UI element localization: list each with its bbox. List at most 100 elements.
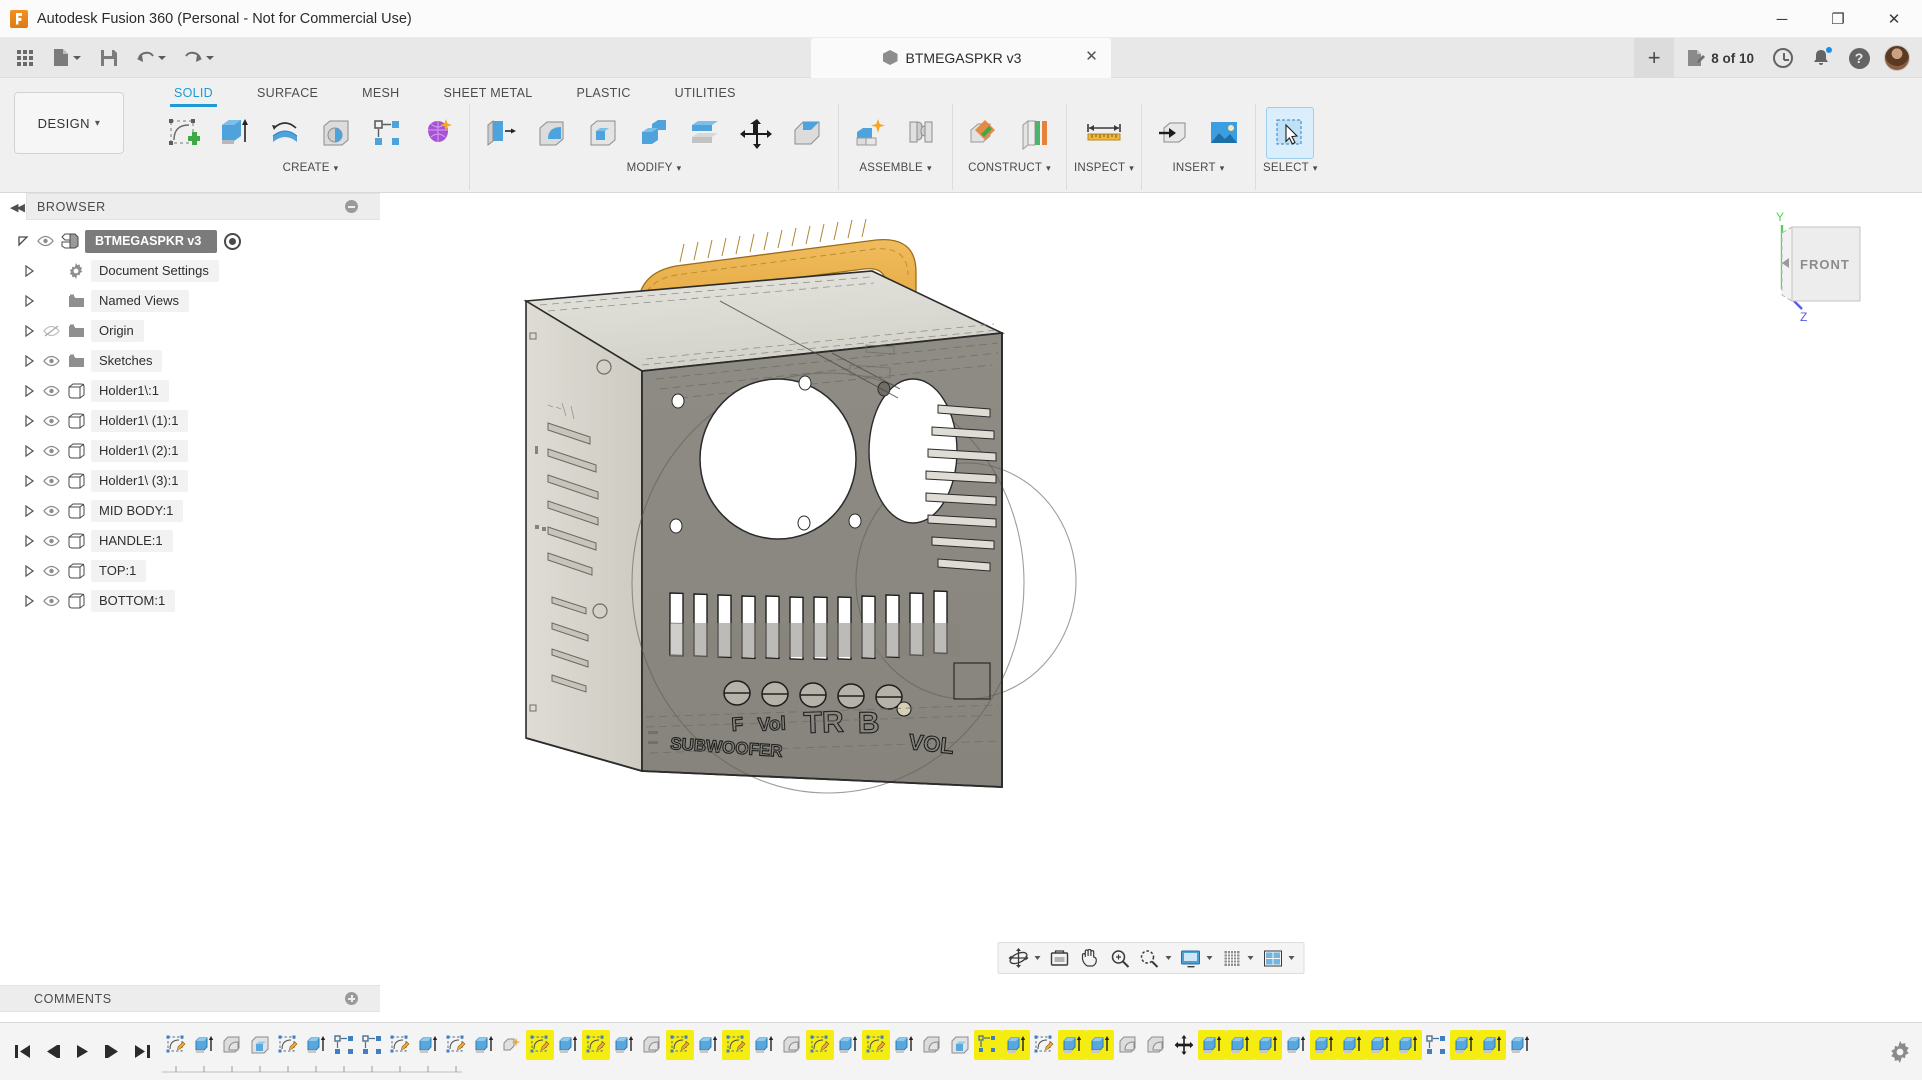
timeline-track[interactable] bbox=[162, 1023, 1878, 1080]
timeline-feature-move[interactable] bbox=[1170, 1030, 1198, 1060]
maximize-icon[interactable]: ❐ bbox=[1810, 0, 1866, 38]
timeline-settings-button[interactable] bbox=[1878, 1023, 1922, 1080]
midplane-button[interactable] bbox=[1011, 107, 1059, 159]
orbit-button[interactable] bbox=[1005, 944, 1033, 972]
expand-arrow-icon[interactable] bbox=[20, 532, 38, 550]
timeline-feature-extrude[interactable] bbox=[1226, 1030, 1254, 1060]
timeline-feature-pattern[interactable] bbox=[330, 1030, 358, 1060]
go-to-end-button[interactable] bbox=[128, 1037, 156, 1067]
timeline-feature-sketch[interactable] bbox=[806, 1030, 834, 1060]
timeline-feature-extrude[interactable] bbox=[1338, 1030, 1366, 1060]
timeline-feature-extrude[interactable] bbox=[610, 1030, 638, 1060]
redo-button[interactable] bbox=[176, 42, 222, 74]
step-back-button[interactable] bbox=[38, 1037, 66, 1067]
save-button[interactable] bbox=[92, 42, 126, 74]
visibility-eye-icon[interactable] bbox=[38, 352, 64, 370]
timeline-feature-sketch[interactable] bbox=[162, 1030, 190, 1060]
timeline-feature-extrude[interactable] bbox=[1058, 1030, 1086, 1060]
tree-item-named-views[interactable]: Named Views bbox=[0, 286, 380, 316]
press-pull-button[interactable] bbox=[477, 107, 525, 159]
split-face-button[interactable] bbox=[783, 107, 831, 159]
expand-arrow-icon[interactable] bbox=[20, 352, 38, 370]
timeline-feature-sketch[interactable] bbox=[582, 1030, 610, 1060]
timeline-feature-extrude[interactable] bbox=[1506, 1030, 1534, 1060]
pan-button[interactable] bbox=[1076, 944, 1104, 972]
timeline-feature-extrude[interactable] bbox=[1198, 1030, 1226, 1060]
combine-button[interactable] bbox=[630, 107, 678, 159]
go-to-beginning-button[interactable] bbox=[8, 1037, 36, 1067]
tree-item-document-settings[interactable]: Document Settings bbox=[0, 256, 380, 286]
tree-item-mid-body[interactable]: MID BODY:1 bbox=[0, 496, 380, 526]
view-cube[interactable]: Y Z FRONT bbox=[1766, 203, 1886, 323]
timeline-feature-extrude[interactable] bbox=[1394, 1030, 1422, 1060]
new-file-button[interactable] bbox=[44, 42, 90, 74]
activate-component-icon[interactable] bbox=[224, 233, 241, 250]
timeline-feature-extrude[interactable] bbox=[834, 1030, 862, 1060]
extrude-button[interactable] bbox=[210, 107, 258, 159]
timeline-feature-sketch[interactable] bbox=[1030, 1030, 1058, 1060]
avatar[interactable] bbox=[1880, 41, 1914, 75]
expand-arrow-icon[interactable] bbox=[20, 442, 38, 460]
panel-inspect-label[interactable]: INSPECT▾ bbox=[1074, 162, 1134, 174]
browser-minimize-icon[interactable] bbox=[345, 200, 358, 213]
offset-face-button[interactable] bbox=[681, 107, 729, 159]
visibility-eye-icon[interactable] bbox=[38, 562, 64, 580]
timeline-feature-extrude[interactable] bbox=[1002, 1030, 1030, 1060]
panel-modify-label[interactable]: MODIFY▾ bbox=[627, 162, 682, 174]
visibility-eye-icon[interactable] bbox=[38, 472, 64, 490]
timeline-feature-extrude[interactable] bbox=[1282, 1030, 1310, 1060]
timeline-feature-combine[interactable] bbox=[974, 1030, 1002, 1060]
tree-item-top[interactable]: TOP:1 bbox=[0, 556, 380, 586]
tree-item-holder1[interactable]: Holder1\:1 bbox=[0, 376, 380, 406]
expand-arrow-icon[interactable] bbox=[14, 232, 32, 250]
notifications-bell-icon[interactable] bbox=[1804, 41, 1838, 75]
chevron-down-icon[interactable] bbox=[1035, 956, 1041, 960]
visibility-eye-icon[interactable] bbox=[38, 532, 64, 550]
timeline-feature-sketch[interactable] bbox=[442, 1030, 470, 1060]
play-button[interactable] bbox=[68, 1037, 96, 1067]
display-settings-button[interactable] bbox=[1177, 944, 1205, 972]
speaker-model[interactable]: F Vol TR B VOL SUBWOOFER bbox=[380, 193, 1922, 986]
visibility-eye-icon[interactable] bbox=[38, 382, 64, 400]
insert-derive-button[interactable] bbox=[1149, 107, 1197, 159]
undo-button[interactable] bbox=[128, 42, 174, 74]
timeline-feature-extrude[interactable] bbox=[890, 1030, 918, 1060]
expand-arrow-icon[interactable] bbox=[20, 262, 38, 280]
panel-select-label[interactable]: SELECT▾ bbox=[1263, 162, 1318, 174]
panel-create-label[interactable]: CREATE▾ bbox=[283, 162, 339, 174]
timeline-feature-extrude[interactable] bbox=[1254, 1030, 1282, 1060]
measure-button[interactable] bbox=[1080, 107, 1128, 159]
viewports-button[interactable] bbox=[1259, 944, 1287, 972]
select-button[interactable] bbox=[1266, 107, 1314, 159]
timeline-feature-extrude[interactable] bbox=[1450, 1030, 1478, 1060]
app-grid-icon[interactable] bbox=[8, 42, 42, 74]
add-comment-icon[interactable] bbox=[345, 992, 358, 1005]
timeline-feature-extrude[interactable] bbox=[1366, 1030, 1394, 1060]
panel-assemble-label[interactable]: ASSEMBLE▾ bbox=[859, 162, 931, 174]
new-tab-button[interactable]: + bbox=[1634, 38, 1674, 78]
tree-item-holder1-1[interactable]: Holder1\ (1):1 bbox=[0, 406, 380, 436]
timeline-feature-pattern[interactable] bbox=[1422, 1030, 1450, 1060]
timeline-feature-fillet[interactable] bbox=[918, 1030, 946, 1060]
visibility-eye-off-icon[interactable] bbox=[38, 322, 64, 340]
chevron-down-icon[interactable] bbox=[1289, 956, 1295, 960]
offset-plane-button[interactable] bbox=[960, 107, 1008, 159]
timeline-feature-shell[interactable] bbox=[246, 1030, 274, 1060]
hole-button[interactable] bbox=[312, 107, 360, 159]
document-tab[interactable]: BTMEGASPKR v3 ✕ bbox=[811, 38, 1111, 78]
visibility-eye-icon[interactable] bbox=[38, 592, 64, 610]
panel-construct-label[interactable]: CONSTRUCT▾ bbox=[968, 162, 1051, 174]
create-sketch-button[interactable] bbox=[159, 107, 207, 159]
close-icon[interactable]: ✕ bbox=[1866, 0, 1922, 38]
timeline-feature-fillet[interactable] bbox=[218, 1030, 246, 1060]
canvas-3d-viewport[interactable]: F Vol TR B VOL SUBWOOFER bbox=[380, 193, 1922, 986]
timeline-feature-fillet[interactable] bbox=[1114, 1030, 1142, 1060]
job-status[interactable]: 8 of 10 bbox=[1678, 42, 1762, 74]
expand-arrow-icon[interactable] bbox=[20, 322, 38, 340]
timeline-feature-sketch[interactable] bbox=[386, 1030, 414, 1060]
expand-arrow-icon[interactable] bbox=[20, 412, 38, 430]
expand-arrow-icon[interactable] bbox=[20, 472, 38, 490]
recent-button[interactable] bbox=[1766, 41, 1800, 75]
timeline-feature-extrude[interactable] bbox=[750, 1030, 778, 1060]
insert-canvas-button[interactable] bbox=[1200, 107, 1248, 159]
